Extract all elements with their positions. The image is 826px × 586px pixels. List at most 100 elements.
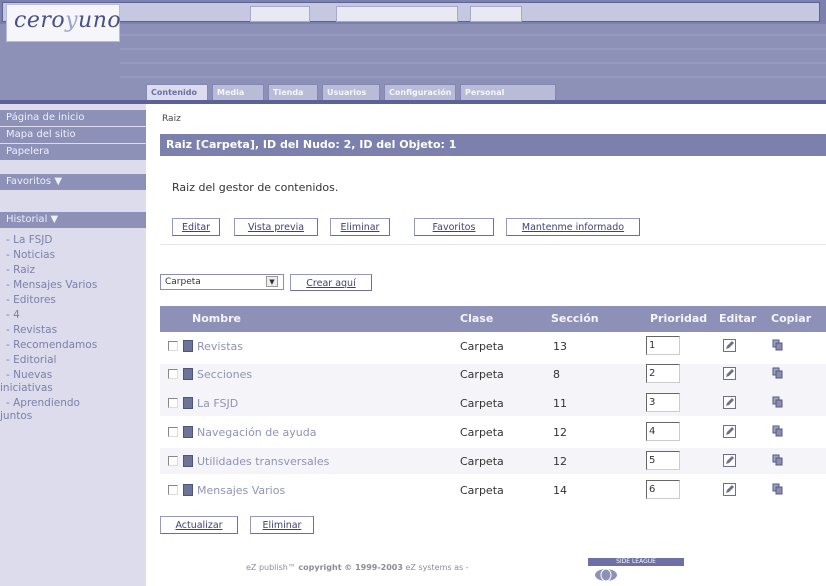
row-name-link[interactable]: Navegación de ayuda (197, 426, 316, 439)
sidebar-history-editores[interactable]: - Editores (6, 294, 146, 307)
priority-input[interactable]: 3 (646, 393, 680, 412)
globe-icon (595, 568, 617, 582)
sidebar-history-header[interactable]: Historial ▼ (0, 212, 146, 228)
col-clase[interactable]: Clase (460, 306, 493, 332)
row-name-link[interactable]: Utilidades transversales (197, 455, 329, 468)
edit-icon[interactable] (723, 483, 736, 496)
page-title: Raiz [Carpeta], ID del Nudo: 2, ID del O… (160, 134, 826, 156)
sidebar-history-aprendiendo-cont[interactable]: juntos (0, 410, 140, 423)
copy-icon[interactable] (772, 367, 783, 379)
tab-tienda[interactable]: Tienda (268, 84, 318, 100)
tab-media[interactable]: Media (212, 84, 264, 100)
edit-icon[interactable] (723, 339, 736, 352)
tab-usuarios[interactable]: Usuarios (322, 84, 380, 100)
sidebar-history-mensajes[interactable]: - Mensajes Varios (6, 279, 146, 292)
row-section: 12 (553, 455, 567, 468)
tab-personal[interactable]: Personal (460, 84, 556, 100)
sidebar-history-editorial[interactable]: - Editorial (6, 354, 146, 367)
sidebar-history-recomendamos[interactable]: - Recomendamos (6, 339, 146, 352)
sidebar-item-mapa[interactable]: Mapa del sitio (0, 127, 146, 143)
header-decoration (120, 24, 826, 84)
row-class: Carpeta (460, 426, 504, 439)
row-name-link[interactable]: Mensajes Varios (197, 484, 285, 497)
create-here-button[interactable]: Crear aquí (290, 274, 372, 291)
footer-logo[interactable]: SIDE LEAGUE (588, 558, 684, 582)
folder-icon (183, 426, 193, 438)
col-seccion[interactable]: Sección (551, 306, 599, 332)
edit-button[interactable]: Editar (172, 218, 220, 236)
site-logo[interactable]: ceroyuno (14, 8, 121, 33)
sidebar-history-nuevas-cont[interactable]: iniciativas (0, 382, 140, 395)
copy-icon[interactable] (772, 339, 783, 351)
delete-button[interactable]: Eliminar (330, 218, 390, 236)
row-name-link[interactable]: La FSJD (197, 397, 238, 410)
row-checkbox[interactable] (168, 456, 178, 466)
header-field-2[interactable] (336, 6, 458, 22)
folder-icon (183, 340, 193, 352)
create-here-label: Crear aquí (306, 278, 356, 289)
delete-selected-button[interactable]: Eliminar (250, 516, 314, 534)
sidebar-history-raiz[interactable]: - Raiz (6, 264, 146, 277)
sidebar-history-revistas[interactable]: - Revistas (6, 324, 146, 337)
row-class: Carpeta (460, 397, 504, 410)
sidebar-history-aprendiendo[interactable]: - Aprendiendo (6, 397, 146, 410)
notify-button-label: Mantenme informado (521, 222, 625, 233)
favorites-button-label: Favoritos (432, 222, 476, 233)
sidebar-item-papelera[interactable]: Papelera (0, 144, 146, 160)
priority-input[interactable]: 4 (646, 422, 680, 441)
col-editar: Editar (719, 312, 757, 325)
row-section: 11 (553, 397, 567, 410)
row-checkbox[interactable] (168, 398, 178, 408)
favorites-button[interactable]: Favoritos (414, 218, 494, 236)
row-checkbox[interactable] (168, 427, 178, 437)
tab-contenido[interactable]: Contenido (146, 84, 208, 100)
update-button[interactable]: Actualizar (160, 516, 238, 534)
sidebar-history-noticias[interactable]: - Noticias (6, 249, 146, 262)
col-copiar: Copiar (771, 312, 812, 325)
footer-text-a: eZ publish™ (246, 563, 299, 572)
row-checkbox[interactable] (168, 341, 178, 351)
row-class: Carpeta (460, 340, 504, 353)
header-field-1[interactable] (250, 6, 310, 22)
row-name-link[interactable]: Secciones (197, 368, 252, 381)
notify-button[interactable]: Mantenme informado (506, 218, 640, 236)
header-field-3[interactable] (470, 6, 522, 22)
row-name-link[interactable]: Revistas (197, 340, 243, 353)
folder-icon (183, 368, 193, 380)
copy-icon[interactable] (772, 483, 783, 495)
copy-icon[interactable] (772, 454, 783, 466)
folder-icon (183, 455, 193, 467)
sidebar-history-4[interactable]: - 4 (6, 309, 146, 322)
priority-input[interactable]: 1 (646, 336, 680, 355)
delete-button-label: Eliminar (340, 222, 380, 233)
edit-icon[interactable] (723, 425, 736, 438)
sidebar-item-inicio[interactable]: Página de inicio (0, 110, 146, 126)
priority-input[interactable]: 6 (646, 480, 680, 499)
edit-icon[interactable] (723, 396, 736, 409)
sidebar-history-nuevas[interactable]: - Nuevas (6, 369, 146, 382)
row-section: 14 (553, 484, 567, 497)
row-checkbox[interactable] (168, 485, 178, 495)
priority-input[interactable]: 5 (646, 451, 680, 470)
footer-logo-bar: SIDE LEAGUE (588, 558, 684, 566)
sidebar-favorites-header[interactable]: Favoritos ▼ (0, 174, 146, 190)
preview-button-label: Vista previa (247, 222, 305, 233)
row-class: Carpeta (460, 368, 504, 381)
edit-icon[interactable] (723, 367, 736, 380)
col-nombre[interactable]: Nombre (192, 306, 241, 332)
copy-icon[interactable] (772, 396, 783, 408)
row-checkbox[interactable] (168, 369, 178, 379)
edit-icon[interactable] (723, 454, 736, 467)
chevron-down-icon[interactable]: ▼ (266, 276, 278, 287)
logo-part-2: y (65, 8, 79, 33)
row-section: 13 (553, 340, 567, 353)
preview-button[interactable]: Vista previa (234, 218, 318, 236)
tab-configuracion[interactable]: Configuración (384, 84, 456, 100)
col-prioridad[interactable]: Prioridad (650, 306, 707, 332)
sidebar-history-la-fsjd[interactable]: - La FSJD (6, 234, 146, 247)
copy-icon[interactable] (772, 425, 783, 437)
priority-input[interactable]: 2 (646, 364, 680, 383)
breadcrumb[interactable]: Raiz (162, 114, 181, 124)
page-description: Raiz del gestor de contenidos. (172, 181, 339, 194)
footer-copyright: eZ publish™ copyright © 1999-2003 eZ sys… (246, 563, 469, 572)
